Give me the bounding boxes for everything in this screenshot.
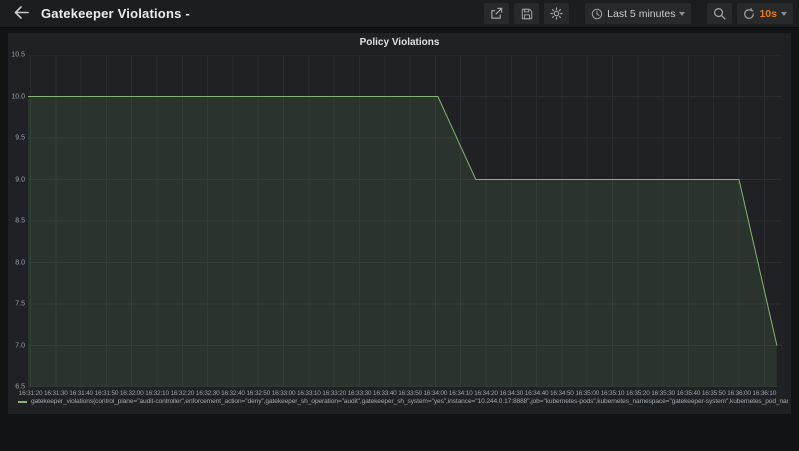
panel-title[interactable]: Policy Violations [8, 37, 791, 48]
y-axis-tick-label: 10.5 [8, 52, 25, 59]
x-axis-tick-label: 16:31:30 [44, 390, 68, 397]
x-axis-tick-label: 16:35:30 [651, 390, 675, 397]
x-axis-tick-label: 16:32:20 [170, 390, 194, 397]
save-icon [521, 8, 533, 20]
x-axis-tick-label: 16:34:10 [449, 390, 473, 397]
x-axis-tick-label: 16:34:00 [424, 390, 448, 397]
x-axis-tick-label: 16:33:40 [373, 390, 397, 397]
x-axis-tick-label: 16:33:20 [322, 390, 346, 397]
x-axis-tick-label: 16:33:30 [348, 390, 372, 397]
x-axis-tick-label: 16:32:50 [246, 390, 270, 397]
x-axis-tick-label: 16:32:00 [120, 390, 144, 397]
x-axis-tick-label: 16:35:50 [702, 390, 726, 397]
x-axis-tick-label: 16:33:10 [297, 390, 321, 397]
share-icon [490, 7, 503, 20]
time-range-label: Last 5 minutes [607, 8, 675, 20]
chevron-down-icon [781, 12, 787, 16]
x-axis-tick-label: 16:33:00 [272, 390, 296, 397]
x-axis-tick-label: 16:32:30 [196, 390, 220, 397]
x-axis-tick-label: 16:34:50 [550, 390, 574, 397]
y-axis-tick-label: 8.0 [8, 259, 25, 266]
chart-legend: gatekeeper_violations{control_plane="aud… [18, 398, 788, 405]
refresh-interval-label: 10s [759, 8, 777, 20]
clock-icon [591, 8, 603, 20]
x-axis-tick-label: 16:35:10 [601, 390, 625, 397]
x-axis-tick-label: 16:34:20 [474, 390, 498, 397]
x-axis-tick-label: 16:35:20 [626, 390, 650, 397]
refresh-icon [743, 8, 755, 20]
y-axis-tick-label: 9.5 [8, 135, 25, 142]
y-axis-tick-label: 7.0 [8, 342, 25, 349]
zoom-out-button[interactable] [707, 3, 732, 24]
dashboard-canvas: Policy Violations gatekeeper_violations{… [0, 28, 799, 414]
x-axis-tick-label: 16:36:00 [727, 390, 751, 397]
x-axis-tick-label: 16:31:40 [69, 390, 93, 397]
arrow-left-icon [14, 6, 29, 22]
share-button[interactable] [484, 3, 509, 24]
x-axis-tick-label: 16:35:40 [677, 390, 701, 397]
legend-color-swatch [18, 401, 27, 403]
settings-button[interactable] [544, 3, 569, 24]
y-axis-tick-label: 7.5 [8, 301, 25, 308]
chevron-down-icon [679, 12, 685, 16]
magnifier-icon [713, 7, 726, 20]
x-axis-tick-label: 16:36:10 [752, 390, 776, 397]
y-axis-tick-label: 8.5 [8, 218, 25, 225]
x-axis-tick-label: 16:34:30 [499, 390, 523, 397]
time-range-picker[interactable]: Last 5 minutes [585, 3, 691, 24]
x-axis-tick-label: 16:32:40 [221, 390, 245, 397]
x-axis-tick-label: 16:31:50 [95, 390, 119, 397]
x-axis-tick-label: 16:31:20 [19, 390, 43, 397]
x-axis-tick-label: 16:32:10 [145, 390, 169, 397]
dashboard-title[interactable]: Gatekeeper Violations - [41, 6, 190, 21]
policy-violations-panel: Policy Violations gatekeeper_violations{… [8, 33, 791, 414]
save-button[interactable] [514, 3, 539, 24]
x-axis-tick-label: 16:33:50 [398, 390, 422, 397]
x-axis-tick-label: 16:35:00 [575, 390, 599, 397]
y-axis-tick-label: 10.0 [8, 93, 25, 100]
legend-series-label[interactable]: gatekeeper_violations{control_plane="aud… [31, 398, 788, 405]
top-navbar: Gatekeeper Violations - [0, 0, 799, 28]
refresh-button[interactable]: 10s [737, 3, 793, 24]
y-axis-tick-label: 9.0 [8, 176, 25, 183]
back-button[interactable] [10, 4, 33, 24]
x-axis-tick-label: 16:34:40 [525, 390, 549, 397]
timeseries-chart [28, 55, 782, 387]
chart-plot-area[interactable] [28, 55, 782, 387]
navbar-actions: Last 5 minutes 10s [484, 3, 793, 24]
gear-icon [550, 7, 563, 20]
